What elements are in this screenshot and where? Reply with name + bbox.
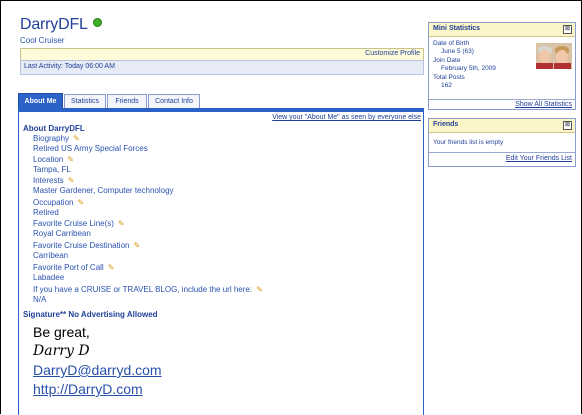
customize-profile-link[interactable]: Customize Profile xyxy=(365,50,420,57)
show-all-statistics-link[interactable]: Show All Statistics xyxy=(515,101,572,108)
panel-title: Mini Statistics xyxy=(433,25,481,32)
panel-title: Friends xyxy=(433,121,459,128)
field-occupation: Occupation ✎ Retired xyxy=(33,198,84,218)
field-value: Retired US Army Special Forces xyxy=(33,144,148,153)
signature-website-link[interactable]: http://DarryD.com xyxy=(33,381,143,397)
collapse-icon[interactable]: ⊠ xyxy=(563,25,572,34)
divider xyxy=(429,152,575,153)
activity-bar: Last Activity: Today 06:00 AM xyxy=(20,60,424,75)
user-title-rank: Cool Cruiser xyxy=(20,36,65,45)
pencil-icon[interactable]: ✎ xyxy=(73,134,80,144)
join-value: February 5th, 2009 xyxy=(441,65,496,72)
pencil-icon[interactable]: ✎ xyxy=(68,176,75,186)
field-label: Interests xyxy=(33,176,64,185)
tab-statistics[interactable]: Statistics xyxy=(64,94,106,108)
view-as-public-link[interactable]: View your "About Me" as seen by everyone… xyxy=(272,114,421,121)
username: DarryDFL xyxy=(20,16,88,33)
pencil-icon[interactable]: ✎ xyxy=(77,198,84,208)
signature-email-link[interactable]: DarryD@darryd.com xyxy=(33,362,162,378)
field-value: Royal Carribean xyxy=(33,229,91,238)
field-cruise-lines: Favorite Cruise Line(s) ✎ Royal Carribean xyxy=(33,219,125,239)
signature-name: Darry D xyxy=(33,343,90,359)
field-port-of-call: Favorite Port of Call ✎ Labadee xyxy=(33,263,114,283)
field-label: If you have a CRUISE or TRAVEL BLOG, inc… xyxy=(33,285,253,294)
profile-main: DarryDFL Cool Cruiser Customize Profile … xyxy=(18,14,424,415)
field-value: Retired xyxy=(33,208,59,217)
friends-empty-text: Your friends list is empty xyxy=(433,139,504,146)
pencil-icon[interactable]: ✎ xyxy=(256,285,263,295)
field-value: Labadee xyxy=(33,273,65,282)
tab-about-me[interactable]: About Me xyxy=(18,93,63,108)
pencil-icon[interactable]: ✎ xyxy=(118,219,125,229)
collapse-icon[interactable]: ⊠ xyxy=(563,121,572,130)
mini-statistics-panel: Mini Statistics ⊠ Date of Birth June 5 (… xyxy=(428,22,576,110)
field-value: N/A xyxy=(33,295,47,304)
signature-heading: Signature** No Advertising Allowed xyxy=(23,310,158,319)
panel-header: Friends ⊠ xyxy=(429,119,575,133)
field-location: Location ✎ Tampa, FL xyxy=(33,155,74,175)
posts-value: 162 xyxy=(441,82,452,89)
field-value: Carribean xyxy=(33,251,69,260)
avatar xyxy=(536,43,572,69)
pencil-icon[interactable]: ✎ xyxy=(108,263,115,273)
tab-friends[interactable]: Friends xyxy=(107,94,147,108)
field-travel-blog: If you have a CRUISE or TRAVEL BLOG, inc… xyxy=(33,285,263,305)
join-label: Join Date xyxy=(433,57,461,64)
page-title: DarryDFL xyxy=(20,16,102,34)
pencil-icon[interactable]: ✎ xyxy=(133,241,140,251)
dob-label: Date of Birth xyxy=(433,40,470,47)
field-interests: Interests ✎ Master Gardener, Computer tec… xyxy=(33,176,174,196)
signature-line: Be great, xyxy=(33,324,90,340)
divider xyxy=(429,99,575,100)
field-value: Master Gardener, Computer technology xyxy=(33,186,174,195)
field-label: Favorite Port of Call xyxy=(33,263,104,272)
last-activity: Last Activity: Today 06:00 AM xyxy=(24,63,115,70)
edit-friends-link[interactable]: Edit Your Friends List xyxy=(506,155,572,162)
field-label: Biography xyxy=(33,134,70,143)
avatar-face xyxy=(556,50,568,64)
pencil-icon[interactable]: ✎ xyxy=(67,155,74,165)
online-status-icon xyxy=(92,18,102,27)
avatar-shirt xyxy=(536,63,553,69)
avatar-face xyxy=(539,50,551,64)
about-heading: About DarryDFL xyxy=(23,124,85,133)
friends-panel: Friends ⊠ Your friends list is empty Edi… xyxy=(428,118,576,167)
field-value: Tampa, FL xyxy=(33,165,71,174)
field-label: Location xyxy=(33,155,64,164)
panel-header: Mini Statistics ⊠ xyxy=(429,23,575,37)
posts-label: Total Posts xyxy=(433,74,465,81)
field-label: Occupation xyxy=(33,198,74,207)
field-cruise-destination: Favorite Cruise Destination ✎ Carribean xyxy=(33,241,140,261)
dob-value: June 5 (63) xyxy=(441,48,474,55)
tab-contact-info[interactable]: Contact Info xyxy=(148,94,200,108)
field-label: Favorite Cruise Line(s) xyxy=(33,219,114,228)
about-me-content: View your "About Me" as seen by everyone… xyxy=(18,112,424,415)
avatar-shirt xyxy=(554,63,571,69)
field-biography: Biography ✎ Retired US Army Special Force… xyxy=(33,134,148,154)
field-label: Favorite Cruise Destination xyxy=(33,241,130,250)
